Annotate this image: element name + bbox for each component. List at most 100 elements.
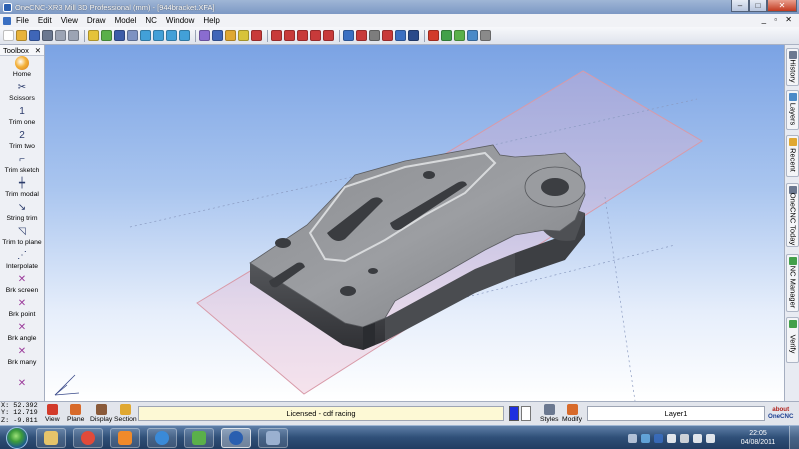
toolpath-icon[interactable] [454,30,465,41]
grid-blue-icon[interactable] [395,30,406,41]
view-icon[interactable] [88,30,99,41]
undo-icon[interactable] [55,30,66,41]
tool-trim-one[interactable]: 1 Trim one [0,104,44,128]
section-button[interactable]: Section [114,404,137,423]
display-button[interactable]: Display [90,404,112,423]
tool-brk-screen[interactable]: ✕ Brk screen [0,272,44,296]
layer-stack-icon[interactable] [356,30,367,41]
tool-brk-many[interactable]: ✕ Brk many [0,344,44,368]
snap-mid-icon[interactable] [284,30,295,41]
ie-taskbar-button[interactable] [147,428,177,448]
print-icon[interactable] [42,30,53,41]
table-icon[interactable] [408,30,419,41]
volume-icon[interactable] [706,433,715,443]
pencil-icon[interactable] [114,30,125,41]
snap-center-icon[interactable] [297,30,308,41]
start-button[interactable] [6,427,28,449]
menu-file[interactable]: File [16,16,29,25]
zoom-window-icon[interactable] [127,30,138,41]
signal-icon[interactable] [693,433,702,443]
app-icon[interactable] [3,2,12,12]
document-icon[interactable] [3,16,11,25]
explorer-taskbar-button[interactable] [36,428,66,448]
flag-icon[interactable] [680,433,689,443]
toolbox-close-icon[interactable]: ✕ [35,46,41,55]
menu-nc[interactable]: NC [145,16,157,25]
tool-home[interactable]: Home [0,56,44,80]
tool-brk-point[interactable]: ✕ Brk point [0,296,44,320]
design-taskbar-button[interactable] [258,428,288,448]
onecnc-logo[interactable]: about OneCNC [768,406,793,420]
stop-icon[interactable] [428,30,439,41]
current-color-swatch[interactable] [509,406,519,421]
shade-icon[interactable] [199,30,210,41]
styles-button[interactable]: Styles [540,404,559,423]
zoom-all-icon[interactable] [166,30,177,41]
media-player-taskbar-button[interactable] [110,428,140,448]
chrome-taskbar-button[interactable] [73,428,103,448]
grid-red-icon[interactable] [382,30,393,41]
modify-button[interactable]: Modify [562,404,582,423]
arrow-up-icon[interactable] [667,433,676,443]
tab-label: NC Manager [788,265,797,309]
tab-onecnc-today[interactable]: OneCNC Today [786,183,799,247]
view-rotate-icon[interactable] [101,30,112,41]
document-window-controls[interactable]: _ ▫ ✕ [762,15,795,24]
tool-interpolate[interactable]: ⋰ Interpolate [0,248,44,272]
tab-layers[interactable]: Layers [786,90,799,130]
graphics-viewport[interactable] [45,45,784,401]
verify-icon[interactable] [467,30,478,41]
background-color-swatch[interactable] [521,406,531,421]
maximize-button[interactable]: □ [749,0,767,12]
tool-string-trim[interactable]: ↘ String trim [0,200,44,224]
save-icon[interactable] [29,30,40,41]
tab-nc-manager[interactable]: NC Manager [786,254,799,312]
app-tiles-taskbar-button[interactable] [184,428,214,448]
wire-icon[interactable] [238,30,249,41]
tool-trim-sketch[interactable]: ⌐ Trim sketch [0,152,44,176]
tool-brk-angle[interactable]: ✕ Brk angle [0,320,44,344]
surface-icon[interactable] [225,30,236,41]
menu-edit[interactable]: Edit [38,16,52,25]
minimize-button[interactable]: – [731,0,749,12]
network-icon[interactable] [628,433,637,443]
more-icon[interactable] [480,30,491,41]
tool-trim-modal[interactable]: ┿ Trim modal [0,176,44,200]
menu-draw[interactable]: Draw [87,16,106,25]
view-button[interactable]: View [45,404,60,423]
tab-history[interactable]: History [786,48,799,86]
snap-int-icon[interactable] [310,30,321,41]
menu-help[interactable]: Help [203,16,219,25]
redo-icon[interactable] [68,30,79,41]
layer-grid-icon[interactable] [323,30,334,41]
tool-trim-to-plane[interactable]: ◹ Trim to plane [0,224,44,248]
menu-model[interactable]: Model [115,16,137,25]
tab-recent[interactable]: Recent [786,135,799,177]
toolbar-separator [267,29,268,42]
zoom-prev-icon[interactable] [179,30,190,41]
close-button[interactable]: ✕ [767,0,797,12]
bluetooth-icon[interactable] [654,433,663,443]
snap-icon[interactable] [251,30,262,41]
grid-icon[interactable] [369,30,380,41]
clock[interactable]: 22:05 04/08/2011 [738,429,778,447]
plane-button[interactable]: Plane [67,404,84,423]
menu-window[interactable]: Window [166,16,194,25]
current-layer[interactable]: Layer1 [587,406,765,421]
zoom-out-icon[interactable] [153,30,164,41]
menu-view[interactable]: View [61,16,78,25]
show-desktop-button[interactable] [789,426,799,449]
snap-end-icon[interactable] [271,30,282,41]
run-icon[interactable] [441,30,452,41]
layer-icon[interactable] [343,30,354,41]
zoom-in-icon[interactable] [140,30,151,41]
tool-scissors[interactable]: ✂ Scissors [0,80,44,104]
tool-trim-two[interactable]: 2 Trim two [0,128,44,152]
onecnc-taskbar-button[interactable] [221,428,251,448]
tab-verify[interactable]: Verify [786,317,799,363]
solid-icon[interactable] [212,30,223,41]
new-file-icon[interactable] [3,30,14,41]
open-folder-icon[interactable] [16,30,27,41]
help-icon[interactable] [641,433,650,443]
tool-more[interactable]: ✕ [0,368,44,392]
